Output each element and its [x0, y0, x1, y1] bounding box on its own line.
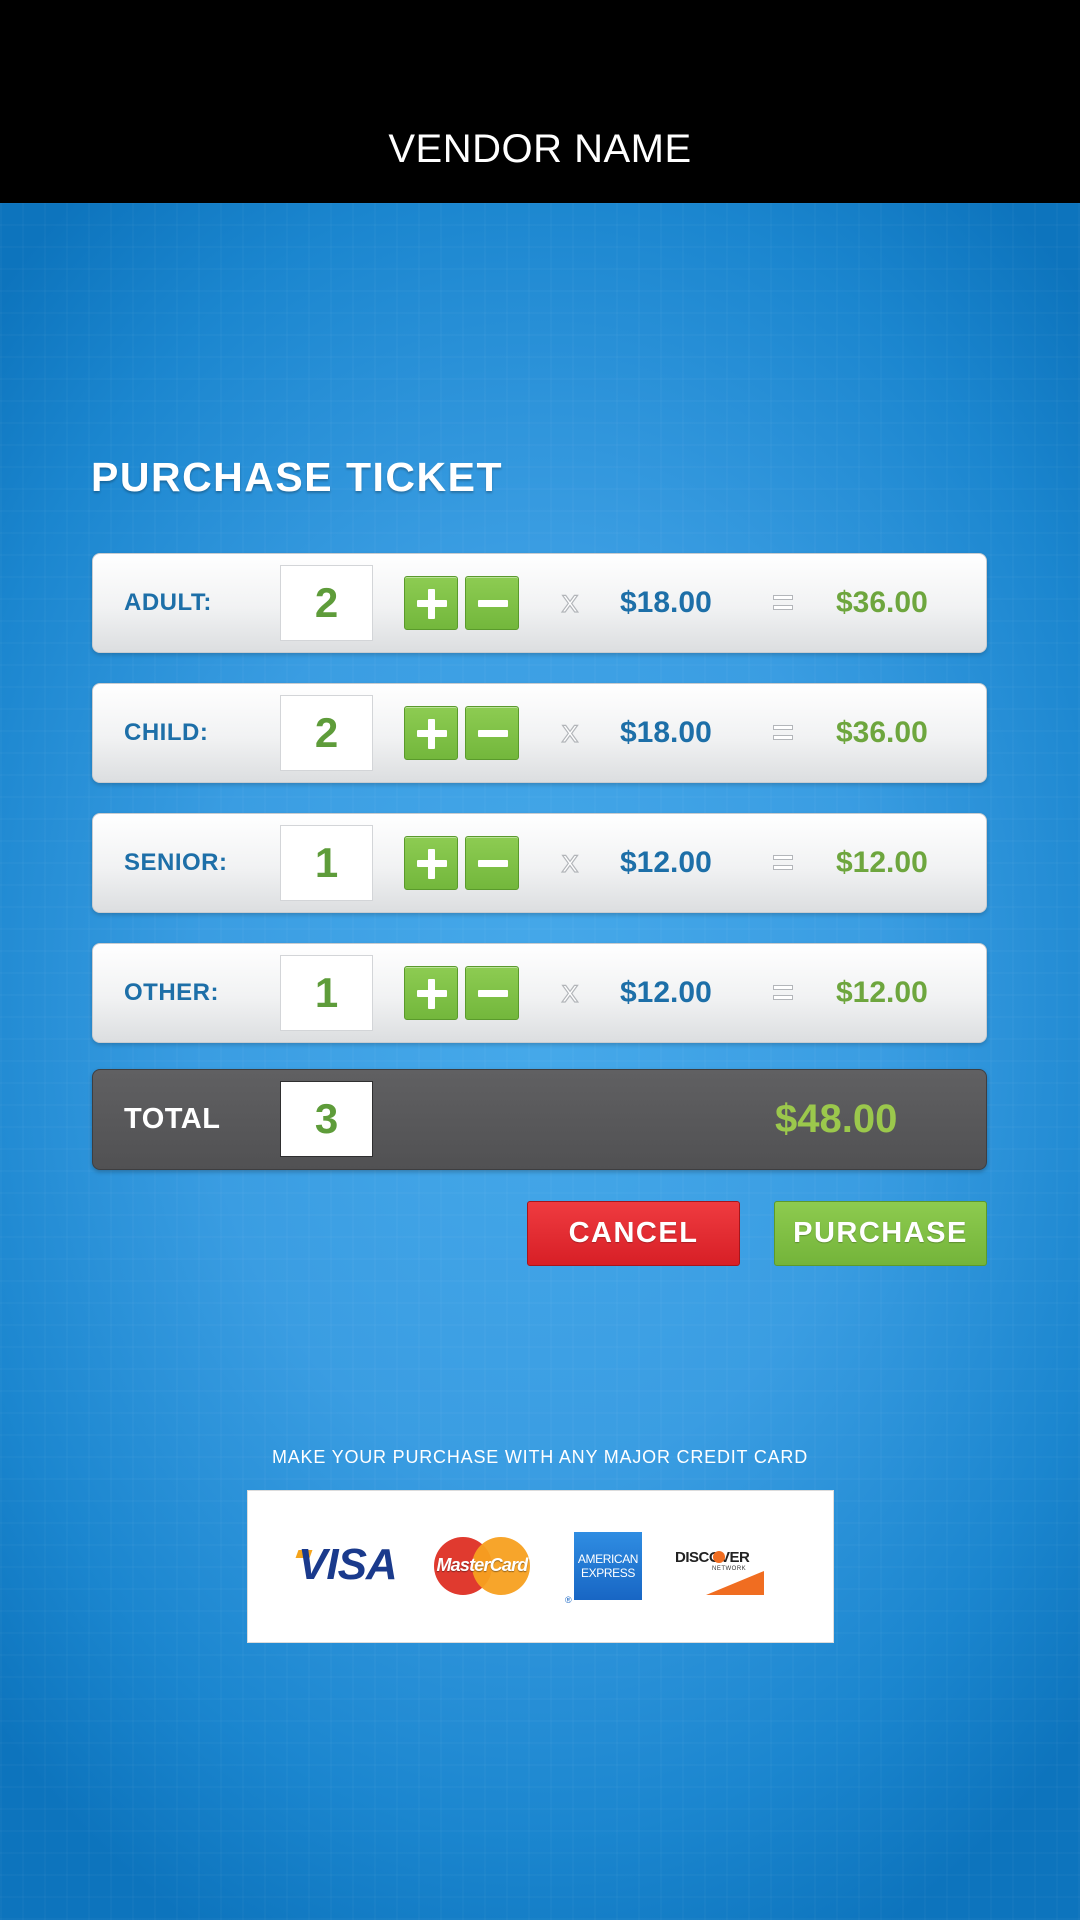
ticket-row-other: OTHER: 1 x $12.00 $12.00 — [92, 943, 987, 1043]
increment-button[interactable] — [404, 966, 458, 1020]
increment-button[interactable] — [404, 836, 458, 890]
total-label: TOTAL — [124, 1103, 221, 1135]
purchase-button[interactable]: PURCHASE — [774, 1201, 987, 1266]
line-total: $12.00 — [836, 976, 928, 1009]
amex-line1: AMERICAN — [577, 1552, 639, 1566]
credit-card-note: MAKE YOUR PURCHASE WITH ANY MAJOR CREDIT… — [271, 1447, 809, 1467]
quantity-field[interactable]: 1 — [280, 955, 373, 1031]
equals-icon — [773, 725, 793, 741]
multiply-sign: x — [561, 584, 580, 620]
amex-line2: EXPRESS — [581, 1566, 635, 1580]
ticket-label: OTHER: — [124, 979, 219, 1006]
ticket-row-adult: ADULT: 2 x $18.00 $36.00 — [92, 553, 987, 653]
equals-icon — [773, 595, 793, 611]
unit-price: $18.00 — [620, 716, 712, 749]
ticket-row-child: CHILD: 2 x $18.00 $36.00 — [92, 683, 987, 783]
unit-price: $12.00 — [620, 976, 712, 1009]
vendor-name: VENDOR NAME — [388, 127, 692, 171]
ticket-label: ADULT: — [124, 589, 212, 616]
line-total: $36.00 — [836, 586, 928, 619]
quantity-field[interactable]: 2 — [280, 565, 373, 641]
unit-price: $12.00 — [620, 846, 712, 879]
increment-button[interactable] — [404, 706, 458, 760]
amex-logo: AMERICAN EXPRESS — [574, 1532, 642, 1600]
quantity-field[interactable]: 1 — [280, 825, 373, 901]
increment-button[interactable] — [404, 576, 458, 630]
visa-logo: VISA — [298, 1540, 398, 1589]
multiply-sign: x — [561, 714, 580, 750]
decrement-button[interactable] — [465, 576, 519, 630]
amex-registered-mark: ® — [565, 1595, 572, 1605]
quantity-field[interactable]: 2 — [280, 695, 373, 771]
cancel-button[interactable]: CANCEL — [527, 1201, 740, 1266]
multiply-sign: x — [561, 974, 580, 1010]
ticket-label: CHILD: — [124, 719, 209, 746]
decrement-button[interactable] — [465, 966, 519, 1020]
equals-icon — [773, 855, 793, 871]
mastercard-text: MasterCard — [436, 1555, 528, 1575]
page-title: PURCHASE TICKET — [91, 454, 504, 500]
unit-price: $18.00 — [620, 586, 712, 619]
equals-icon — [773, 985, 793, 1001]
discover-logo: DISCOVER NETWORK — [674, 1549, 764, 1595]
decrement-button[interactable] — [465, 836, 519, 890]
total-quantity: 3 — [280, 1081, 373, 1157]
ticket-label: SENIOR: — [124, 849, 228, 876]
credit-card-logos: VISA MasterCard AMERICAN EXPRESS ® DISCO… — [247, 1490, 834, 1643]
decrement-button[interactable] — [465, 706, 519, 760]
total-amount: $48.00 — [775, 1097, 898, 1141]
mastercard-logo: MasterCard — [434, 1537, 530, 1595]
multiply-sign: x — [561, 844, 580, 880]
line-total: $12.00 — [836, 846, 928, 879]
discover-network-text: NETWORK — [712, 1566, 747, 1572]
ticket-row-senior: SENIOR: 1 x $12.00 $12.00 — [92, 813, 987, 913]
total-row: TOTAL 3 $48.00 — [92, 1069, 987, 1170]
line-total: $36.00 — [836, 716, 928, 749]
